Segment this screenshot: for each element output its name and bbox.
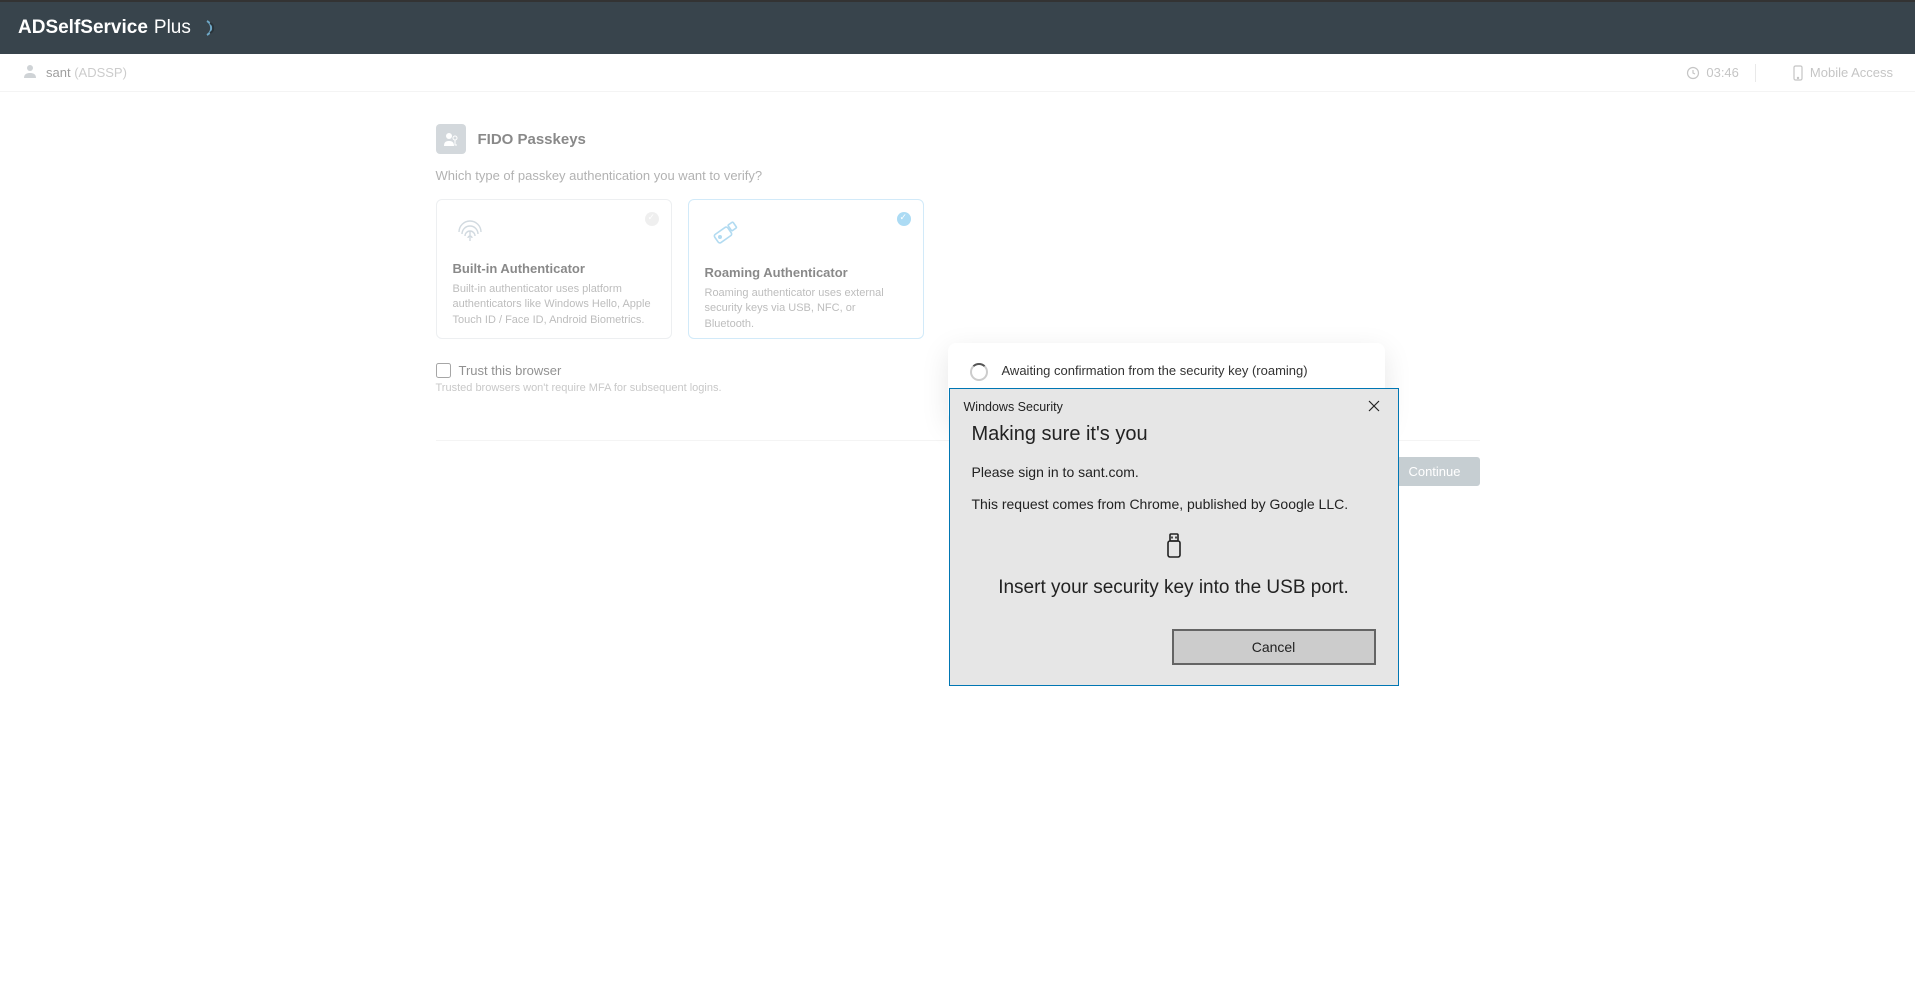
card-title: Built-in Authenticator [453,261,655,276]
brand-arc-icon [201,17,223,39]
card-title: Roaming Authenticator [705,265,907,280]
mobile-access-label: Mobile Access [1810,65,1893,80]
section-header: FIDO Passkeys [436,124,1508,154]
session-time-value: 03:46 [1706,65,1739,80]
brand-logo: ADSelfService Plus [18,17,223,39]
ws-dialog-title: Windows Security [964,400,1063,414]
user-silhouette-icon [22,63,38,82]
ws-request-line: This request comes from Chrome, publishe… [972,496,1376,512]
section-prompt: Which type of passkey authentication you… [436,168,1508,183]
usb-icon [972,532,1376,565]
continue-button[interactable]: Continue [1389,457,1479,486]
username-text: sant [46,65,71,80]
passkey-badge-icon [436,124,466,154]
trust-browser-label: Trust this browser [459,363,562,378]
ws-instruction: Insert your security key into the USB po… [982,575,1366,601]
brand-light: Plus [154,17,191,39]
divider [1755,64,1756,82]
user-domain-text: (ADSSP) [74,65,127,80]
check-indicator-icon [897,212,911,226]
fingerprint-icon [453,214,655,253]
card-description: Roaming authenticator uses external secu… [705,286,907,332]
ws-cancel-button[interactable]: Cancel [1172,629,1376,665]
brand-bold: ADSelfService [18,17,148,39]
usb-key-icon [705,214,907,257]
card-builtin-authenticator[interactable]: Built-in Authenticator Built-in authenti… [436,199,672,339]
ws-close-button[interactable] [1364,397,1384,417]
card-roaming-authenticator[interactable]: Roaming Authenticator Roaming authentica… [688,199,924,339]
awaiting-text: Awaiting confirmation from the security … [1002,361,1308,381]
windows-security-dialog: Windows Security Making sure it's you Pl… [949,388,1399,686]
check-indicator-icon [645,212,659,226]
mobile-access-link[interactable]: Mobile Access [1792,65,1893,81]
trust-browser-checkbox[interactable] [436,363,451,378]
spinner-icon [970,363,988,381]
page-title: FIDO Passkeys [478,131,586,148]
session-timer: 03:46 [1686,65,1739,80]
ws-signin-line: Please sign in to sant.com. [972,464,1376,480]
card-description: Built-in authenticator uses platform aut… [453,282,655,328]
ws-heading: Making sure it's you [972,423,1376,446]
user-bar: sant (ADSSP) 03:46 Mobile Access [0,54,1915,92]
app-header: ADSelfService Plus [0,0,1915,54]
